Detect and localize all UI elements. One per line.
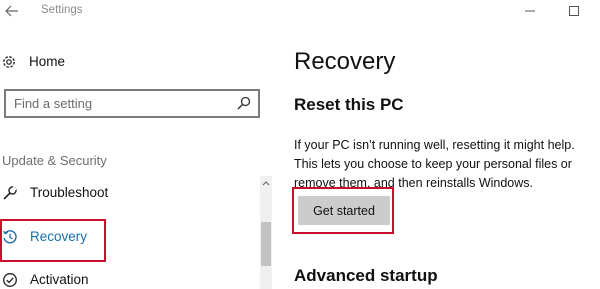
page-title: Recovery xyxy=(294,48,396,75)
sidebar: Home Find a setting Update & Security Tr… xyxy=(0,24,278,289)
title-bar: Settings xyxy=(0,0,600,24)
app-title: Settings xyxy=(41,4,83,16)
maximize-icon xyxy=(569,6,579,16)
minimize-icon xyxy=(525,10,535,12)
section-title-reset: Reset this PC xyxy=(294,95,404,114)
sidebar-item-label: Activation xyxy=(30,272,89,287)
main-content: Recovery Reset this PC If your PC isn’t … xyxy=(280,24,600,289)
sidebar-item-activation[interactable]: Activation xyxy=(0,265,256,289)
maximize-button[interactable] xyxy=(564,2,584,20)
wrench-icon xyxy=(3,186,17,200)
minimize-button[interactable] xyxy=(520,2,540,20)
section-header: Update & Security xyxy=(2,153,107,168)
check-circle-icon xyxy=(3,273,17,287)
search-icon xyxy=(237,96,251,110)
highlight-box-recovery xyxy=(0,219,106,262)
highlight-box-get-started xyxy=(292,187,394,234)
back-button[interactable] xyxy=(2,2,22,20)
scroll-up-button[interactable] xyxy=(260,178,272,188)
arrow-left-icon xyxy=(5,5,18,17)
scroll-thumb[interactable] xyxy=(261,222,271,266)
search-placeholder: Find a setting xyxy=(14,96,93,111)
sidebar-item-troubleshoot[interactable]: Troubleshoot xyxy=(0,178,256,208)
sidebar-item-label: Home xyxy=(29,54,66,69)
gear-icon xyxy=(3,56,15,68)
search-input[interactable]: Find a setting xyxy=(4,89,260,118)
reset-description: If your PC isn’t running well, resetting… xyxy=(294,138,575,190)
sidebar-scrollbar[interactable] xyxy=(260,176,272,289)
sidebar-item-label: Troubleshoot xyxy=(30,185,109,200)
chevron-up-icon xyxy=(262,181,270,186)
sidebar-item-home[interactable]: Home xyxy=(0,50,260,76)
settings-window: Settings Home Find a setting Update & Se… xyxy=(0,0,600,289)
section-title-advanced-startup: Advanced startup xyxy=(294,266,438,285)
